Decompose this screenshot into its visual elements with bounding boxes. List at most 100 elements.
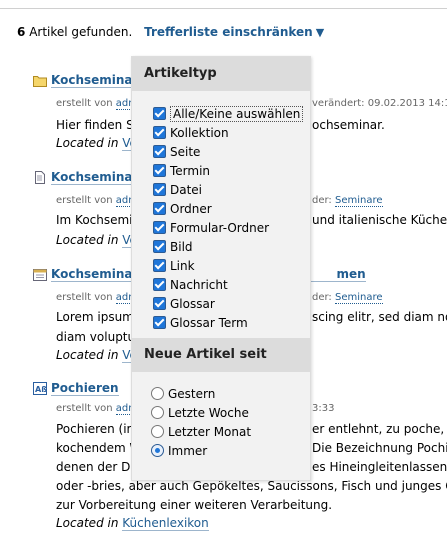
type-option[interactable]: Ordner <box>132 199 310 218</box>
meta-created-label: erstellt von <box>56 98 113 109</box>
result-line-5: zur Vorbereitung einer weiteren Verarbei… <box>56 496 332 515</box>
result-location: Located in Küchenlexikon <box>56 516 209 531</box>
result-description-line2: diam voluptu <box>56 328 135 347</box>
since-option[interactable]: Immer <box>132 441 310 460</box>
page-icon <box>33 171 47 184</box>
type-label: Ordner <box>170 201 212 216</box>
type-option[interactable]: Glossar Term <box>132 313 310 332</box>
type-checkbox[interactable] <box>153 240 166 253</box>
type-checkbox[interactable] <box>153 202 166 215</box>
result-location: Located in Ve <box>56 136 137 151</box>
type-option[interactable]: Datei <box>132 180 310 199</box>
since-radio[interactable] <box>151 444 164 457</box>
result-title-link[interactable]: Kochseminar <box>51 170 139 185</box>
line4: oder -bries, aber auch Gepökeltes, Sauci… <box>56 479 447 493</box>
type-checkbox[interactable] <box>153 316 166 329</box>
filter-results-label: Trefferliste einschränken <box>144 25 313 39</box>
type-option[interactable]: Link <box>132 256 310 275</box>
since-radio[interactable] <box>151 425 164 438</box>
meta-created-label: erstellt von <box>56 292 113 303</box>
type-option[interactable]: Kollektion <box>132 123 310 142</box>
found-text: Artikel gefunden. <box>29 25 133 39</box>
filter-results-link[interactable]: Trefferliste einschränken ▼ <box>144 25 324 39</box>
since-option[interactable]: Gestern <box>132 384 310 403</box>
top-divider <box>0 8 447 9</box>
since-label: Letzter Monat <box>168 424 252 439</box>
location-label: Located in <box>56 233 119 247</box>
type-option[interactable]: Termin <box>132 161 310 180</box>
type-option[interactable]: Glossar <box>132 294 310 313</box>
type-checkbox[interactable] <box>153 259 166 272</box>
filter-panel: Artikeltyp Alle/Keine auswählen Kollekti… <box>131 56 311 481</box>
result-line-3: denen der Do es Hineingleitenlassen in <box>56 458 447 477</box>
since-label: Immer <box>168 443 208 458</box>
since-option[interactable]: Letzter Monat <box>132 422 310 441</box>
location-link[interactable]: Küchenlexikon <box>122 516 209 531</box>
desc-right: ochseminar. <box>312 118 385 132</box>
type-option[interactable]: Seite <box>132 142 310 161</box>
type-option[interactable]: Bild <box>132 237 310 256</box>
desc-right: scing elitr, sed diam nor <box>312 310 447 324</box>
type-label: Glossar <box>170 296 215 311</box>
since-radio[interactable] <box>151 387 164 400</box>
type-checkbox[interactable] <box>153 183 166 196</box>
result-meta: erstellt von adm der: Seminare <box>56 195 383 207</box>
select-all-checkbox[interactable] <box>153 107 166 120</box>
meta-location-label: der: <box>312 195 332 206</box>
folder-link[interactable]: Seminare <box>335 292 383 304</box>
meta-modified: 3:33 <box>312 403 335 414</box>
type-label: Kollektion <box>170 125 229 140</box>
result-description: Im Kochsemi und italienische Küche k <box>56 211 447 230</box>
location-label: Located in <box>56 516 119 530</box>
meta-created-label: erstellt von <box>56 195 113 206</box>
type-checkbox[interactable] <box>153 297 166 310</box>
svg-text:Aß: Aß <box>35 385 47 394</box>
location-label: Located in <box>56 136 119 150</box>
type-label: Bild <box>170 239 193 254</box>
since-radio[interactable] <box>151 406 164 419</box>
type-checkbox[interactable] <box>153 164 166 177</box>
desc-line2: diam voluptu <box>56 330 136 344</box>
desc-left: Hier finden S <box>56 118 134 132</box>
type-options: Kollektion Seite Termin Datei Ordner Formular… <box>132 123 310 332</box>
type-option[interactable]: Nachricht <box>132 275 310 294</box>
result-title-link[interactable]: Kochseminar <box>51 73 139 88</box>
since-option[interactable]: Letzte Woche <box>132 403 310 422</box>
line2-right: Die Bezeichnung Pochier <box>312 441 447 455</box>
since-heading: Neue Artikel seit <box>132 338 310 372</box>
result-description: Lorem ipsum scing elitr, sed diam nor <box>56 308 447 327</box>
type-checkbox[interactable] <box>153 278 166 291</box>
result-title-link[interactable]: Pochieren <box>51 381 119 396</box>
results-summary: 6 Artikel gefunden. Trefferliste einschr… <box>17 25 324 39</box>
select-all-label: Alle/Keine auswählen <box>170 105 304 122</box>
line1-left: Pochieren (im <box>56 422 139 436</box>
type-option[interactable]: Formular-Ordner <box>132 218 310 237</box>
type-checkbox[interactable] <box>153 221 166 234</box>
since-label: Letzte Woche <box>168 405 249 420</box>
glossary-icon: Aß <box>33 382 47 395</box>
type-label: Glossar Term <box>170 315 248 330</box>
result-location: Located in Ve <box>56 348 137 363</box>
folder-link[interactable]: Seminare <box>335 195 383 207</box>
type-label: Nachricht <box>170 277 228 292</box>
since-label: Gestern <box>168 386 216 401</box>
result-description: Hier finden S ochseminar. <box>56 116 385 135</box>
type-checkbox[interactable] <box>153 126 166 139</box>
type-checkbox[interactable] <box>153 145 166 158</box>
line3-left: denen der Do <box>56 460 138 474</box>
since-options: Gestern Letzte Woche Letzter Monat Immer <box>132 384 310 460</box>
dropdown-arrow-icon: ▼ <box>315 26 325 39</box>
result-meta: erstellt von adm verändert: 09.02.2013 1… <box>56 98 447 110</box>
select-all-option[interactable]: Alle/Keine auswählen <box>132 104 310 123</box>
meta-created-label: erstellt von <box>56 403 113 414</box>
event-icon <box>33 268 47 281</box>
type-label: Formular-Ordner <box>170 220 270 235</box>
folder-icon <box>33 74 47 87</box>
title-right: men <box>336 267 366 281</box>
line3-right: es Hineingleitenlassen in <box>312 460 447 474</box>
title-left: Kochseminar <box>51 267 139 281</box>
type-heading: Artikeltyp <box>132 57 310 91</box>
desc-left: Im Kochsemi <box>56 213 133 227</box>
result-line-1: Pochieren (im er entlehnt, zu poche, „Ta <box>56 420 447 439</box>
type-label: Link <box>170 258 195 273</box>
